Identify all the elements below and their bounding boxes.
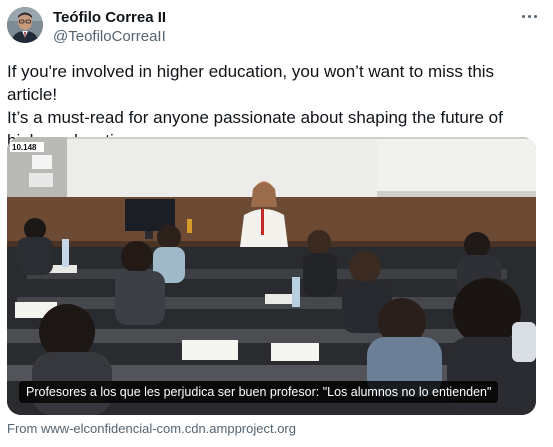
author-name[interactable]: Teófilo Correa II <box>53 9 166 26</box>
link-source[interactable]: From www-elconfidencial-com.cdn.ampproje… <box>7 421 296 436</box>
more-horizontal-icon[interactable] <box>516 6 542 26</box>
classroom-photo: 10.148 <box>7 137 536 415</box>
avatar-photo <box>7 7 43 43</box>
author-handle[interactable]: @TeofiloCorreaII <box>53 28 166 45</box>
avatar[interactable] <box>7 7 43 43</box>
image-sign-text: 10.148 <box>12 143 37 152</box>
link-card[interactable]: 10.148 Profesores a los que les perjudic… <box>7 137 536 415</box>
link-card-headline: Profesores a los que les perjudica ser b… <box>19 381 499 403</box>
